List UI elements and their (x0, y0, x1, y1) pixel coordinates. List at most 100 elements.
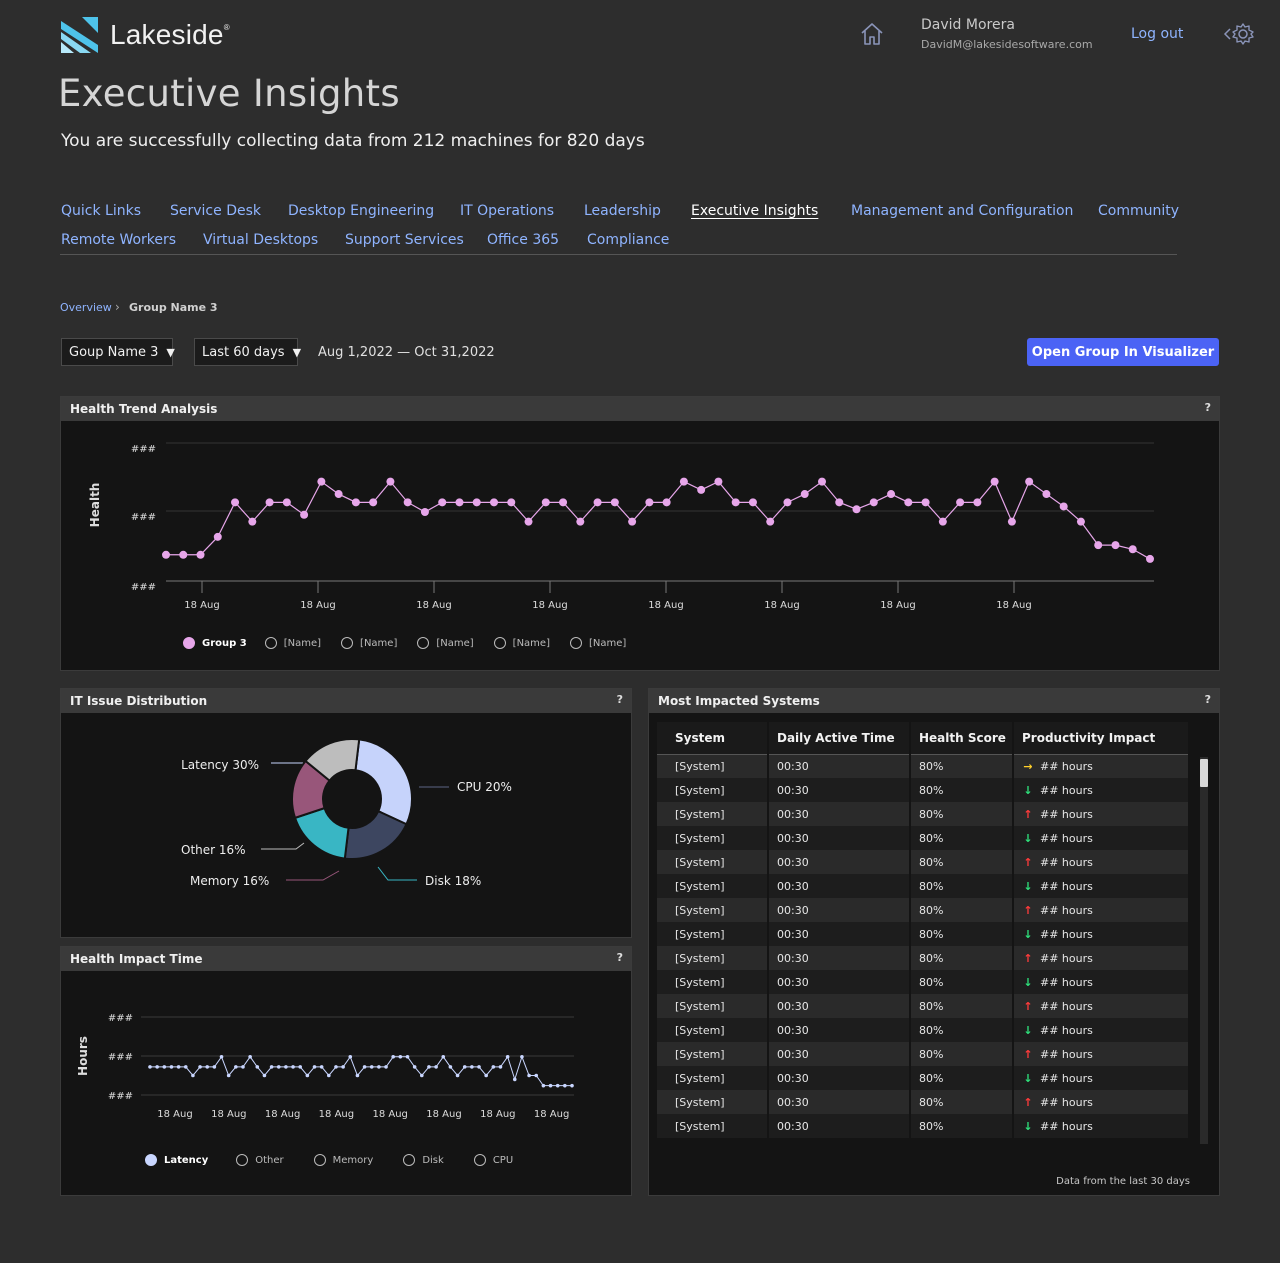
legend-item[interactable]: Memory (313, 1154, 373, 1166)
nav-quick-links[interactable]: Quick Links (61, 203, 141, 219)
table-row[interactable]: [System] 00:30 80% → ## hours (657, 754, 1188, 778)
data-point (570, 1083, 574, 1088)
table-row[interactable]: [System] 00:30 80% ↓ ## hours (657, 922, 1188, 946)
nav-leadership[interactable]: Leadership (584, 203, 661, 219)
collection-summary: You are successfully collecting data fro… (61, 131, 645, 151)
x-tick-label: 18 Aug (880, 600, 915, 611)
period-select-value: Last 60 days (202, 344, 285, 360)
cell-system: [System] (657, 802, 768, 826)
group-select[interactable]: Goup Name 3 ▼ (61, 338, 175, 366)
nav-office-365[interactable]: Office 365 (487, 232, 559, 248)
legend-item[interactable]: [Name] (493, 637, 550, 649)
cell-productivity-impact: ↑ ## hours (1012, 898, 1188, 922)
impacted-systems-panel: Most Impacted Systems ? System Daily Act… (648, 688, 1220, 1196)
scrollbar-thumb[interactable] (1200, 759, 1208, 787)
cell-health-score: 80% (909, 1114, 1013, 1138)
nav-it-operations[interactable]: IT Operations (460, 203, 554, 219)
table-scrollbar[interactable] (1200, 757, 1208, 1144)
table-row[interactable]: [System] 00:30 80% ↑ ## hours (657, 1042, 1188, 1066)
table-row[interactable]: [System] 00:30 80% ↓ ## hours (657, 826, 1188, 850)
legend-item[interactable]: [Name] (341, 637, 397, 649)
nav-divider (60, 254, 1177, 255)
table-row[interactable]: [System] 00:30 80% ↑ ## hours (657, 946, 1188, 970)
data-point (697, 485, 706, 494)
data-point (887, 490, 896, 499)
data-point (748, 498, 757, 507)
legend-item[interactable]: Other (236, 1154, 284, 1166)
x-tick-label: 18 Aug (265, 1109, 300, 1120)
legend-dot-icon (417, 637, 430, 649)
legend-label: Other (255, 1154, 284, 1166)
cell-system: [System] (657, 994, 768, 1018)
table-row[interactable]: [System] 00:30 80% ↑ ## hours (657, 994, 1188, 1018)
data-point (563, 1083, 567, 1088)
data-point (679, 477, 688, 486)
data-point (434, 1065, 438, 1069)
column-header-productivity-impact[interactable]: Productivity Impact (1012, 722, 1188, 755)
table-row[interactable]: [System] 00:30 80% ↑ ## hours (657, 802, 1188, 826)
legend-item[interactable]: [Name] (569, 637, 626, 649)
cell-daily-active-time: 00:30 (767, 922, 910, 946)
cell-daily-active-time: 00:30 (767, 778, 910, 802)
legend-item[interactable]: CPU (473, 1154, 513, 1166)
cell-system: [System] (657, 826, 768, 850)
open-visualizer-button[interactable]: Open Group In Visualizer (1027, 338, 1219, 366)
data-point (419, 1073, 424, 1078)
nav-support-services[interactable]: Support Services (345, 232, 464, 248)
data-point (534, 1073, 539, 1078)
table-row[interactable]: [System] 00:30 80% ↓ ## hours (657, 1066, 1188, 1090)
legend-label: [Name] (436, 637, 474, 649)
table-row[interactable]: [System] 00:30 80% ↓ ## hours (657, 874, 1188, 898)
legend-item[interactable]: [Name] (264, 637, 321, 649)
legend-dot-icon (264, 637, 277, 649)
arrow-up-icon: ↑ (1023, 903, 1033, 917)
data-point (403, 498, 412, 507)
nav-remote-workers[interactable]: Remote Workers (61, 232, 176, 248)
table-row[interactable]: [System] 00:30 80% ↓ ## hours (657, 970, 1188, 994)
nav-executive-insights[interactable]: Executive Insights (691, 203, 818, 219)
legend-dot-icon (493, 637, 506, 649)
data-point (507, 498, 516, 507)
column-header-daily-active-time[interactable]: Daily Active Time (767, 722, 910, 755)
nav-virtual-desktops[interactable]: Virtual Desktops (203, 232, 318, 248)
table-row[interactable]: [System] 00:30 80% ↓ ## hours (657, 1114, 1188, 1138)
impact-value: ## hours (1040, 927, 1093, 941)
data-point (441, 1054, 446, 1059)
legend-label: [Name] (360, 637, 398, 649)
nav-community[interactable]: Community (1098, 203, 1179, 219)
period-select[interactable]: Last 60 days ▼ (194, 338, 301, 366)
help-icon[interactable]: ? (617, 951, 623, 964)
help-icon[interactable]: ? (617, 693, 623, 706)
column-header-system[interactable]: System (657, 722, 768, 755)
legend-item[interactable]: Latency (145, 1154, 208, 1166)
lakeside-logo[interactable]: Lakeside® (60, 14, 240, 56)
impact-value: ## hours (1040, 975, 1093, 989)
nav-compliance[interactable]: Compliance (587, 232, 669, 248)
table-row[interactable]: [System] 00:30 80% ↑ ## hours (657, 898, 1188, 922)
gear-icon[interactable] (1222, 20, 1256, 48)
home-icon[interactable] (858, 20, 886, 48)
help-icon[interactable]: ? (1205, 401, 1211, 414)
table-row[interactable]: [System] 00:30 80% ↑ ## hours (657, 850, 1188, 874)
legend-item[interactable]: [Name] (417, 637, 474, 649)
nav-service-desk[interactable]: Service Desk (170, 203, 261, 219)
legend-item[interactable]: Disk (403, 1154, 444, 1166)
panel-header: Most Impacted Systems ? (649, 689, 1219, 713)
legend-item[interactable]: Group 3 (183, 637, 247, 649)
slice-label: Disk 18% (425, 874, 481, 888)
impact-time-legend: Latency Other Memory Disk CPU (145, 1154, 513, 1166)
data-point (527, 1073, 531, 1078)
cell-system: [System] (657, 922, 768, 946)
leader-line (377, 866, 417, 881)
nav-desktop-engineering[interactable]: Desktop Engineering (288, 203, 434, 219)
table-row[interactable]: [System] 00:30 80% ↑ ## hours (657, 1090, 1188, 1114)
table-row[interactable]: [System] 00:30 80% ↓ ## hours (657, 778, 1188, 802)
column-header-health-score[interactable]: Health Score (909, 722, 1013, 755)
nav-management-configuration[interactable]: Management and Configuration (851, 203, 1073, 219)
data-point (448, 1065, 453, 1069)
table-row[interactable]: [System] 00:30 80% ↓ ## hours (657, 1018, 1188, 1042)
breadcrumb-overview[interactable]: Overview (60, 301, 112, 314)
help-icon[interactable]: ? (1205, 693, 1211, 706)
series-line (166, 480, 1151, 560)
logout-link[interactable]: Log out (1131, 26, 1183, 42)
